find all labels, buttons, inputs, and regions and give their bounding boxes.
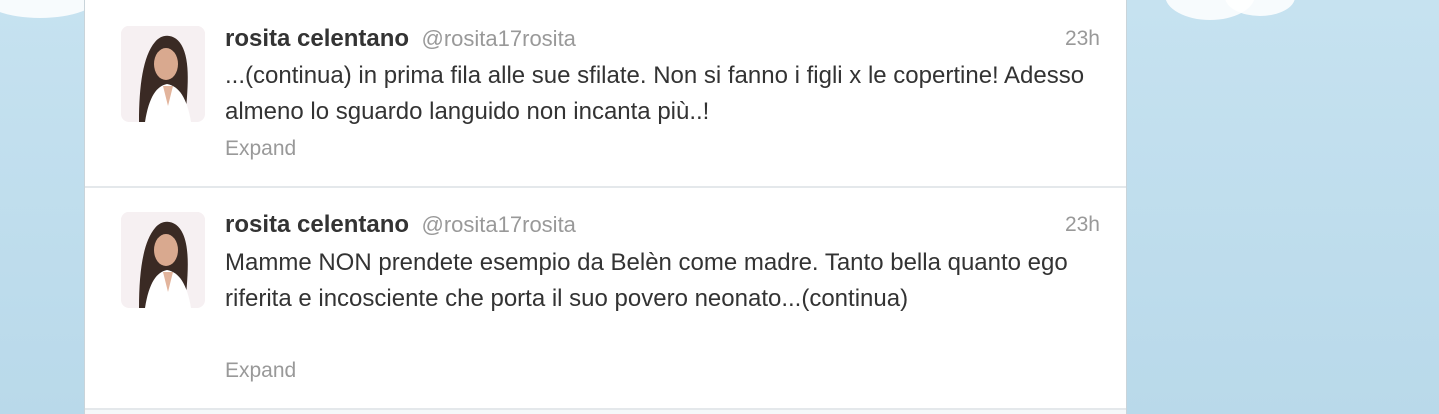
expand-link[interactable]: Expand: [225, 137, 296, 161]
expand-link[interactable]: Expand: [225, 359, 296, 383]
next-tweet-edge: [85, 410, 1126, 414]
tweet-item[interactable]: rosita celentano @rosita17rosita 23h ...…: [85, 0, 1126, 188]
author-name[interactable]: rosita celentano: [225, 211, 409, 238]
tweet-timestamp[interactable]: 23h: [1065, 209, 1100, 241]
avatar[interactable]: [121, 212, 205, 308]
tweet-header: rosita celentano @rosita17rosita 23h: [225, 23, 1100, 55]
tweet-text: ...(continua) in prima fila alle sue sfi…: [225, 62, 1085, 125]
author-name[interactable]: rosita celentano: [225, 25, 409, 52]
tweet-item[interactable]: rosita celentano @rosita17rosita 23h Mam…: [85, 188, 1126, 410]
tweet-timestamp[interactable]: 23h: [1065, 23, 1100, 55]
avatar[interactable]: [121, 26, 205, 122]
author-handle[interactable]: @rosita17rosita: [422, 212, 576, 237]
author-handle[interactable]: @rosita17rosita: [422, 26, 576, 51]
tweet-header: rosita celentano @rosita17rosita 23h: [225, 209, 1100, 241]
tweet-text: Mamme NON prendete esempio da Belèn come…: [225, 249, 1068, 312]
tweet-timeline: rosita celentano @rosita17rosita 23h ...…: [84, 0, 1127, 414]
